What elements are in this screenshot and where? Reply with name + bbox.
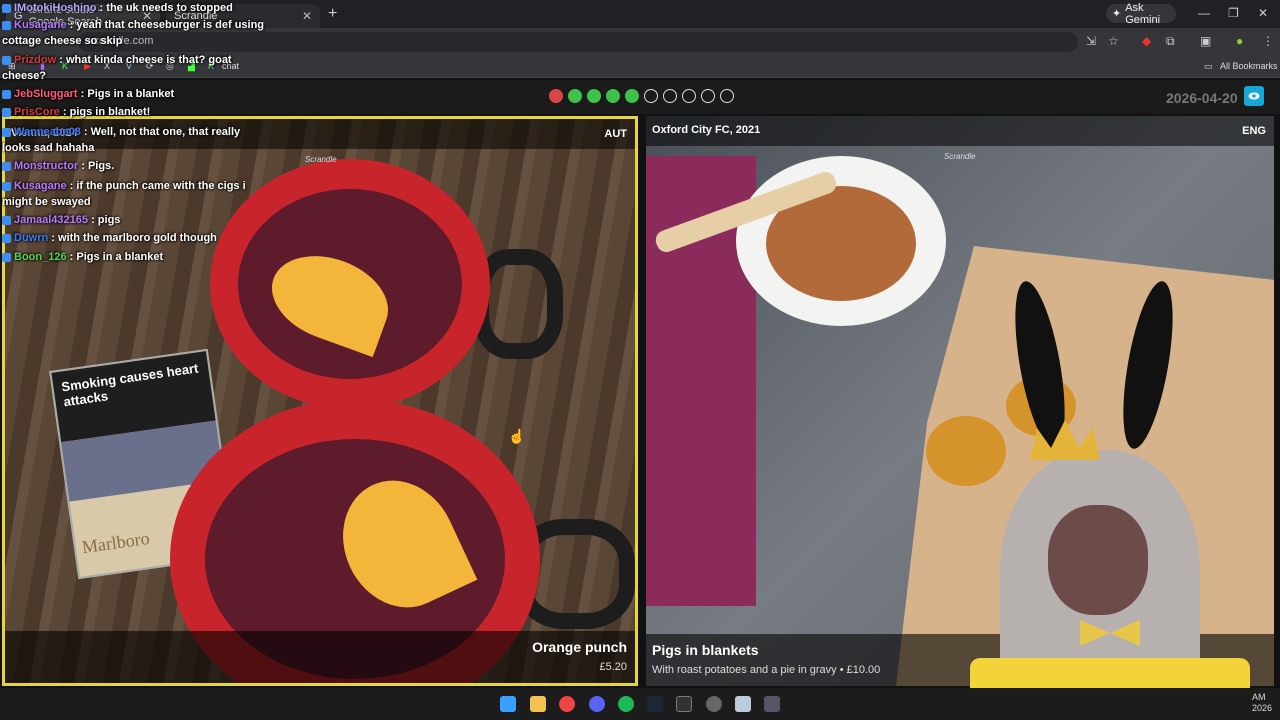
progress-dot xyxy=(625,89,639,103)
left-price: £5.20 xyxy=(599,661,627,673)
menu-icon[interactable]: ⋮ xyxy=(1262,34,1274,48)
gemini-icon: ✦ xyxy=(1112,8,1122,20)
chat-username[interactable]: Prizdow xyxy=(14,54,56,66)
progress-dot xyxy=(663,89,677,103)
minimize-icon[interactable]: — xyxy=(1198,6,1210,20)
chat-message: Monstructor : Pigs. xyxy=(2,158,114,174)
progress-dot xyxy=(606,89,620,103)
progress-dot xyxy=(568,89,582,103)
left-language: AUT xyxy=(604,128,627,140)
new-tab-button[interactable]: + xyxy=(328,5,337,23)
right-header: Oxford City FC, 2021 ENG xyxy=(646,116,1274,146)
chat-text: : pigs xyxy=(88,214,121,226)
badge-icon xyxy=(2,55,11,65)
chat-message: Prizdow : what kinda cheese is that? goa… xyxy=(2,52,267,84)
progress-dot xyxy=(720,89,734,103)
extensions-puzzle-icon[interactable]: ⧉ xyxy=(1166,34,1175,49)
badge-icon xyxy=(2,107,11,117)
all-bookmarks[interactable]: All Bookmarks xyxy=(1220,61,1278,71)
chat-username[interactable]: Duwrn xyxy=(14,232,48,244)
progress-dot xyxy=(701,89,715,103)
chat-username[interactable]: Monstructor xyxy=(14,160,78,172)
chat-text: : Pigs in a blanket xyxy=(66,251,164,263)
watermark: Scrandle xyxy=(305,155,337,164)
hand-cursor-icon: ☝ xyxy=(508,428,526,444)
chat-message: JebSluggart : Pigs in a blanket xyxy=(2,86,174,102)
progress-dot xyxy=(644,89,658,103)
badge-icon xyxy=(2,161,11,171)
bookmark-star-icon[interactable]: ☆ xyxy=(1108,34,1119,48)
file-explorer-icon[interactable] xyxy=(530,696,546,712)
terminal-icon[interactable] xyxy=(676,696,692,712)
chat-username[interactable]: PrisCore xyxy=(14,106,60,118)
game-date: 2026-04-20 xyxy=(1166,90,1238,106)
install-icon[interactable]: ⇲ xyxy=(1086,34,1096,48)
system-clock: AM 2026 xyxy=(1252,692,1273,713)
discord-taskbar-icon[interactable] xyxy=(589,696,605,712)
folder-icon: ▭ xyxy=(1204,61,1213,71)
chat-text: : the uk needs to stopped xyxy=(96,2,233,14)
left-footer: Orange punch £5.20 xyxy=(5,631,635,683)
badge-icon xyxy=(2,127,11,137)
right-location: Oxford City FC, 2021 xyxy=(652,124,761,136)
chat-message: Duwrn : with the marlboro gold though xyxy=(2,230,217,246)
chat-text: : Pigs in a blanket xyxy=(77,88,175,100)
settings-icon[interactable] xyxy=(764,696,780,712)
progress-dots xyxy=(549,89,734,103)
chat-text: : with the marlboro gold though xyxy=(48,232,217,244)
side-panel-icon[interactable]: ▣ xyxy=(1200,34,1211,48)
badge-icon xyxy=(2,3,11,13)
close-window-icon[interactable]: ✕ xyxy=(1258,6,1268,20)
chat-message: Jamaal432165 : pigs xyxy=(2,212,120,228)
progress-dot xyxy=(682,89,696,103)
profile-avatar-icon[interactable]: ● xyxy=(1236,34,1243,48)
chat-message: PrisCore : pigs in blanket! xyxy=(2,104,150,120)
chat-username[interactable]: Jamaal432165 xyxy=(14,214,88,226)
right-subtitle: With roast potatoes and a pie in gravy •… xyxy=(652,664,881,676)
badge-icon xyxy=(2,215,11,225)
cig-brand: Marlboro xyxy=(80,527,151,558)
chat-message: Kusagane : if the punch came with the ci… xyxy=(2,178,267,210)
badge-icon xyxy=(2,252,11,262)
watermark: Scrandle xyxy=(944,152,976,161)
chat-username[interactable]: IMotokiHoshino xyxy=(14,2,97,14)
badge-icon xyxy=(2,181,11,191)
right-title: Pigs in blankets xyxy=(652,642,759,658)
chat-message: Boon_126 : Pigs in a blanket xyxy=(2,249,163,265)
obs-icon[interactable] xyxy=(706,696,722,712)
progress-dot xyxy=(549,89,563,103)
chat-text: : pigs in blanket! xyxy=(59,106,151,118)
extension-icon[interactable]: ◆ xyxy=(1142,34,1151,48)
badge-icon xyxy=(2,89,11,99)
chat-username[interactable]: Kusagane xyxy=(14,180,67,192)
spotify-icon[interactable] xyxy=(618,696,634,712)
windows-taskbar xyxy=(0,688,1280,720)
eye-button[interactable] xyxy=(1244,86,1264,106)
start-icon[interactable] xyxy=(500,696,516,712)
steam-icon[interactable] xyxy=(647,696,663,712)
right-language: ENG xyxy=(1242,125,1266,137)
badge-icon xyxy=(2,233,11,243)
maximize-icon[interactable]: ❐ xyxy=(1228,6,1239,20)
chat-username[interactable]: Wanneabe08 xyxy=(14,126,81,138)
chat-message: IMotokiHoshino : the uk needs to stopped xyxy=(2,0,233,16)
chat-text: : Pigs. xyxy=(78,160,115,172)
ask-gemini-button[interactable]: ✦ Ask Gemini xyxy=(1106,1,1176,26)
ask-gemini-label: Ask Gemini xyxy=(1125,1,1161,26)
close-tab-icon[interactable]: ✕ xyxy=(302,9,312,23)
left-title: Orange punch xyxy=(532,639,627,655)
eye-icon xyxy=(1248,92,1260,100)
chat-message: Wanneabe08 : Well, not that one, that re… xyxy=(2,124,267,156)
chat-message: Kusagane : yeah that cheeseburger is def… xyxy=(2,17,267,49)
vtuber-avatar xyxy=(960,277,1260,720)
chat-username[interactable]: Boon_126 xyxy=(14,251,67,263)
chat-username[interactable]: JebSluggart xyxy=(14,88,78,100)
badge-icon xyxy=(2,20,11,30)
chrome-icon[interactable] xyxy=(559,696,575,712)
vscode-icon[interactable] xyxy=(735,696,751,712)
bowl xyxy=(736,156,946,326)
stream-chat-overlay: IMotokiHoshino : the uk needs to stopped… xyxy=(0,0,300,270)
chat-username[interactable]: Kusagane xyxy=(14,19,67,31)
progress-dot xyxy=(587,89,601,103)
